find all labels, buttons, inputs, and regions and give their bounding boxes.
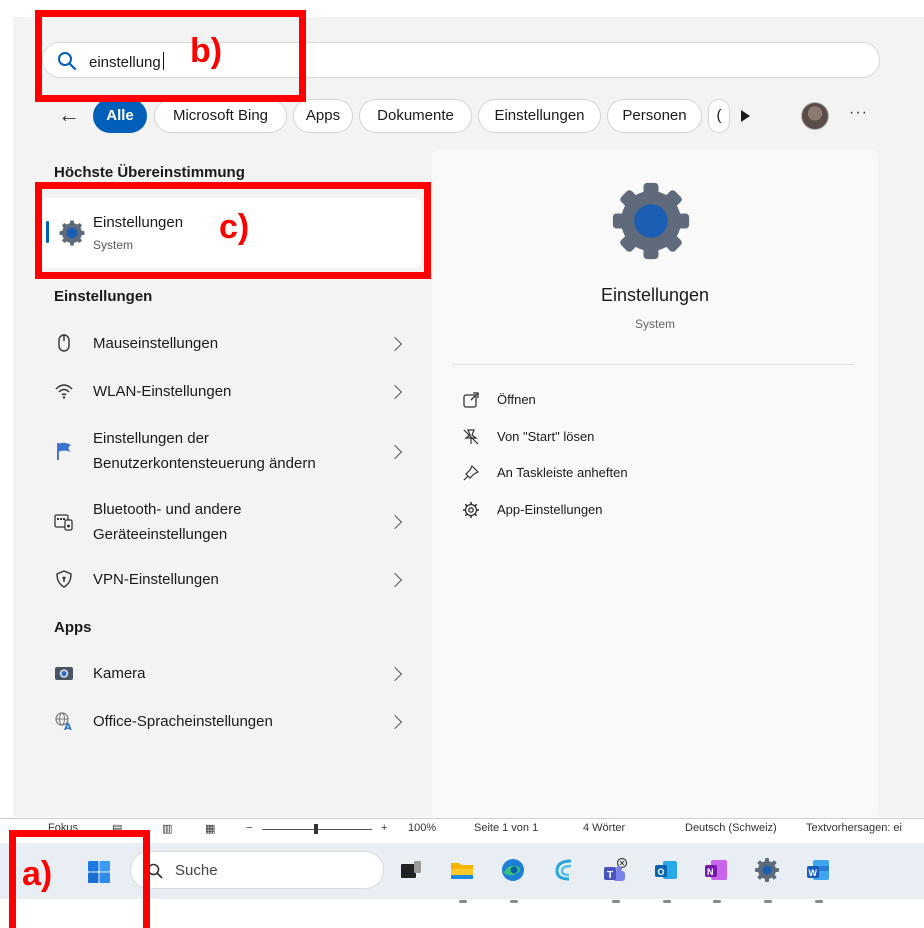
devices-icon: [54, 514, 73, 531]
tab-einstellungen[interactable]: Einstellungen: [478, 99, 601, 133]
zoom-slider-knob[interactable]: [314, 824, 318, 834]
item-label-line1: Einstellungen der: [93, 430, 209, 447]
action-label: An Taskleiste anheften: [497, 465, 628, 480]
svg-text:N: N: [707, 867, 714, 877]
chevron-right-icon: [387, 444, 403, 460]
edge-icon[interactable]: [500, 857, 526, 883]
teams-icon[interactable]: T: [602, 857, 628, 883]
chevron-right-icon: [387, 514, 403, 530]
uac-flag-icon: [57, 442, 71, 460]
print-layout-icon[interactable]: ▥: [162, 822, 172, 835]
tab-more-partial[interactable]: (: [708, 99, 730, 133]
list-item-kamera[interactable]: Kamera: [42, 650, 421, 696]
taskbar-search[interactable]: Suche: [130, 851, 384, 889]
list-item-mauseinstellungen[interactable]: Mauseinstellungen: [42, 320, 421, 366]
pin-icon: [463, 464, 480, 481]
avatar[interactable]: [801, 102, 829, 130]
item-label: WLAN-Einstellungen: [93, 383, 232, 400]
detail-subtitle: System: [634, 317, 675, 331]
language[interactable]: Deutsch (Schweiz): [685, 822, 777, 834]
action-label: Von "Start" lösen: [497, 429, 595, 444]
open-icon: [463, 392, 479, 408]
list-item-vpn[interactable]: VPN-Einstellungen: [42, 556, 421, 602]
annotation-label-c: c): [219, 208, 250, 246]
running-indicator: [663, 900, 671, 903]
action-app-settings[interactable]: App-Einstellungen: [452, 496, 852, 526]
tab-apps[interactable]: Apps: [293, 99, 353, 133]
chevron-right-icon: [387, 384, 403, 400]
cortana-icon[interactable]: [551, 857, 577, 883]
vpn-shield-icon: [56, 570, 72, 588]
filter-bar: ← Alle Microsoft Bing Apps Dokumente Ein…: [0, 99, 924, 133]
action-label: Öffnen: [497, 392, 536, 407]
list-item-office-sprache[interactable]: A Office-Spracheinstellungen: [42, 698, 421, 744]
item-label-line2: Geräteeinstellungen: [93, 526, 228, 543]
action-open[interactable]: Öffnen: [452, 386, 852, 416]
svg-text:O: O: [658, 867, 665, 877]
action-pin-taskbar[interactable]: An Taskleiste anheften: [452, 459, 852, 489]
wifi-icon: [55, 384, 73, 399]
svg-text:T: T: [607, 870, 613, 881]
tab-microsoft-bing[interactable]: Microsoft Bing: [154, 99, 287, 133]
list-item-uac[interactable]: Einstellungen der Benutzerkontensteuerun…: [42, 423, 421, 479]
onenote-icon[interactable]: N: [703, 857, 729, 883]
action-unpin-start[interactable]: Von "Start" lösen: [452, 423, 852, 453]
running-indicator: [815, 900, 823, 903]
running-indicator: [764, 900, 772, 903]
back-arrow-icon[interactable]: ←: [58, 103, 84, 129]
text-predictions[interactable]: Textvorhersagen: ei: [806, 822, 902, 834]
action-label: App-Einstellungen: [497, 502, 603, 517]
settings-gear-icon: [612, 182, 690, 260]
language-icon: A: [55, 712, 72, 731]
zoom-in-icon[interactable]: +: [381, 822, 387, 834]
chevron-right-icon: [387, 714, 403, 730]
web-layout-icon[interactable]: ▦: [205, 822, 215, 835]
outlook-icon[interactable]: O: [653, 857, 679, 883]
chevron-right-icon: [387, 336, 403, 352]
zoom-out-icon[interactable]: −: [246, 822, 252, 834]
list-item-wlan[interactable]: WLAN-Einstellungen: [42, 368, 421, 414]
more-icon[interactable]: ···: [849, 104, 868, 122]
item-label-line2: Benutzerkontensteuerung ändern: [93, 455, 316, 472]
detail-pane: Einstellungen System Öffnen Von "Start" …: [432, 150, 878, 818]
detail-title: Einstellungen: [600, 285, 710, 305]
list-item-bluetooth[interactable]: Bluetooth- und andere Geräteeinstellunge…: [42, 496, 421, 552]
running-indicator: [612, 900, 620, 903]
page-count: Seite 1 von 1: [474, 822, 539, 834]
svg-text:A: A: [64, 722, 72, 731]
zoom-level[interactable]: 100%: [408, 822, 436, 834]
chevron-right-icon: [387, 572, 403, 588]
camera-icon: [55, 667, 73, 680]
settings-icon[interactable]: [754, 857, 780, 883]
task-view-icon[interactable]: [398, 857, 424, 883]
scroll-right-icon[interactable]: [741, 110, 750, 122]
item-label: VPN-Einstellungen: [93, 571, 219, 588]
tab-alle[interactable]: Alle: [93, 99, 147, 133]
divider: [452, 364, 854, 365]
apps-heading: Apps: [54, 619, 92, 636]
annotation-label-a: a): [22, 855, 53, 893]
tab-dokumente[interactable]: Dokumente: [359, 99, 472, 133]
file-explorer-icon[interactable]: [449, 857, 475, 883]
running-indicator: [713, 900, 721, 903]
chevron-right-icon: [387, 666, 403, 682]
word-count: 4 Wörter: [583, 822, 626, 834]
best-match-heading: Höchste Übereinstimmung: [54, 164, 245, 181]
item-label: Office-Spracheinstellungen: [93, 713, 273, 730]
annotation-box-b: [35, 10, 306, 102]
mouse-icon: [58, 334, 70, 352]
item-label-line1: Bluetooth- und andere: [93, 501, 242, 518]
tab-personen[interactable]: Personen: [607, 99, 702, 133]
word-icon[interactable]: W: [805, 857, 831, 883]
running-indicator: [459, 900, 467, 903]
running-indicator: [510, 900, 518, 903]
taskbar-search-label: Suche: [175, 862, 218, 879]
svg-text:W: W: [809, 868, 818, 878]
item-label: Mauseinstellungen: [93, 335, 219, 352]
annotation-label-b: b): [190, 32, 223, 70]
item-label: Kamera: [93, 665, 146, 682]
gear-icon: [463, 502, 479, 518]
unpin-icon: [463, 429, 479, 445]
settings-heading: Einstellungen: [54, 288, 153, 305]
